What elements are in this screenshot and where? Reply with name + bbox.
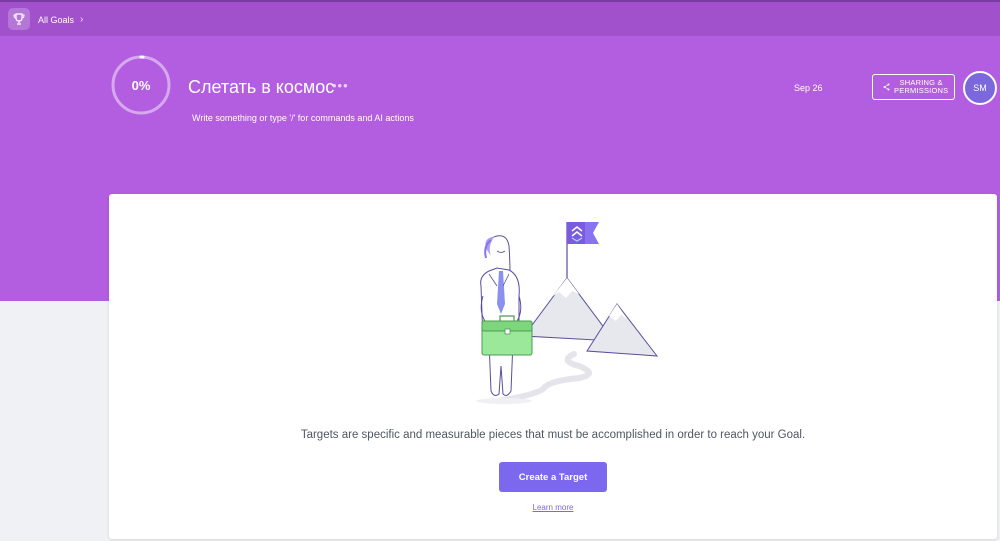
sharing-permissions-button[interactable]: SHARING & PERMISSIONS [872, 74, 955, 100]
avatar[interactable]: SM [963, 71, 997, 105]
breadcrumb-all-goals[interactable]: All Goals [38, 15, 74, 25]
top-bar: All Goals › [0, 0, 1000, 36]
empty-state-message: Targets are specific and measurable piec… [300, 429, 806, 441]
goal-title[interactable]: Слетать в космос [188, 77, 334, 98]
targets-card: Targets are specific and measurable piec… [109, 194, 997, 539]
due-date[interactable]: Sep 26 [794, 83, 823, 93]
more-options-icon[interactable]: ••• [332, 78, 349, 93]
chevron-right-icon: › [80, 14, 84, 25]
trophy-icon [13, 13, 25, 25]
share-icon [883, 83, 890, 91]
goals-home-button[interactable] [8, 8, 30, 30]
progress-percent: 0% [131, 78, 151, 93]
share-label-line2: PERMISSIONS [894, 86, 949, 95]
goal-description-input[interactable]: Write something or type '/' for commands… [192, 113, 414, 123]
learn-more-link[interactable]: Learn more [109, 503, 997, 512]
share-label: SHARING & PERMISSIONS [894, 79, 948, 95]
create-target-button[interactable]: Create a Target [499, 462, 607, 492]
breadcrumb: All Goals › [38, 14, 83, 25]
empty-state-illustration [476, 222, 659, 404]
